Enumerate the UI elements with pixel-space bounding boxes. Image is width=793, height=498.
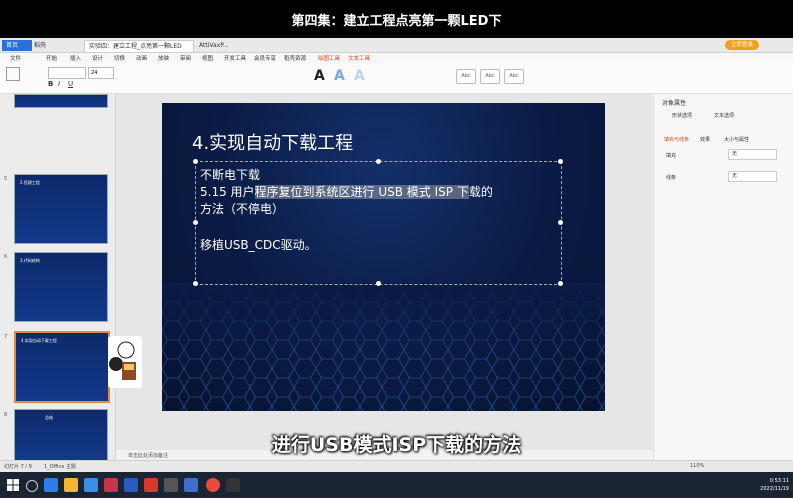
app-icon[interactable] bbox=[164, 478, 178, 492]
resize-handle[interactable] bbox=[558, 159, 563, 164]
menu-text-tools[interactable]: 文本工具 bbox=[348, 54, 370, 62]
resize-handle[interactable] bbox=[376, 281, 381, 286]
thumbnail-title: 2.搭建工程 bbox=[20, 180, 40, 185]
video-title: 第四集：建立工程点亮第一颗LED下 bbox=[0, 0, 793, 38]
resize-handle[interactable] bbox=[376, 159, 381, 164]
text-style-blue[interactable]: A bbox=[334, 68, 345, 84]
resize-handle[interactable] bbox=[558, 281, 563, 286]
menu-bar: 文件 开始 插入 设计 切换 动画 放映 审阅 视图 开发工具 会员专享 稻壳资… bbox=[0, 53, 793, 63]
app-icon[interactable] bbox=[124, 478, 138, 492]
slide-counter: 幻灯片 7 / 9 bbox=[4, 464, 32, 470]
app-icon[interactable] bbox=[104, 478, 118, 492]
chrome-icon[interactable] bbox=[206, 478, 220, 492]
menu-insert[interactable]: 插入 bbox=[70, 54, 81, 62]
thumbnail-title: 4.实现自动下载工程 bbox=[21, 338, 57, 343]
clock-date: 2022/11/19 bbox=[760, 486, 789, 492]
bold-button[interactable]: B bbox=[48, 80, 53, 88]
text-line-3: 方法（不停电） bbox=[200, 202, 285, 216]
property-panel: 对象属性 形状选项 文本选项 填充与线条 效果 大小与属性 填充 无 线条 无 bbox=[653, 94, 793, 460]
fill-select[interactable]: 无 bbox=[728, 149, 777, 160]
video-subtitle: 进行USB模式ISP下载的方法 bbox=[271, 434, 522, 456]
menu-animation[interactable]: 动画 bbox=[136, 54, 147, 62]
line-select[interactable]: 无 bbox=[728, 171, 777, 182]
thumbnail-slide-5[interactable]: 2.搭建工程 bbox=[14, 174, 108, 244]
text-line-4: 移植USB_CDC驱动。 bbox=[200, 238, 317, 252]
thumbnail-slide-4[interactable] bbox=[14, 94, 108, 108]
windows-taskbar: 0:53:11 2022/11/19 bbox=[0, 472, 793, 498]
thumbnail-slide-6[interactable]: 3.代码结构 bbox=[14, 252, 108, 322]
slide[interactable]: 4.实现自动下载工程 不断电下载 5.15 用户程序复位到系统区进行 USB 模… bbox=[162, 103, 605, 411]
text-box[interactable]: 不断电下载 5.15 用户程序复位到系统区进行 USB 模式 ISP 下载的 方… bbox=[193, 159, 563, 286]
tab-shape-options[interactable]: 形状选项 bbox=[672, 112, 692, 119]
menu-member[interactable]: 会员专享 bbox=[254, 54, 276, 62]
thumbnail-slide-7[interactable]: 4.实现自动下载工程 bbox=[14, 331, 110, 403]
menu-daoke-resources[interactable]: 稻壳资源 bbox=[284, 54, 306, 62]
menu-developer[interactable]: 开发工具 bbox=[224, 54, 246, 62]
login-button[interactable]: 立即登录 bbox=[725, 40, 759, 50]
zoom-level[interactable]: 110% bbox=[690, 463, 704, 469]
thumbnail-num: 5 bbox=[4, 176, 8, 182]
subtab-fill-line[interactable]: 填充与线条 bbox=[664, 136, 689, 143]
windows-start-icon[interactable] bbox=[6, 478, 20, 492]
paste-icon[interactable] bbox=[6, 67, 20, 81]
text-style-light[interactable]: A bbox=[354, 68, 365, 84]
font-name-select[interactable] bbox=[48, 67, 86, 79]
menu-transition[interactable]: 切换 bbox=[114, 54, 125, 62]
tab-home[interactable]: 首页 bbox=[2, 40, 32, 51]
theme-name: 1_Office 主题 bbox=[44, 464, 76, 470]
tab-other-doc[interactable]: AttiVaxP... bbox=[195, 40, 283, 51]
thumbnail-title: 3.代码结构 bbox=[20, 258, 40, 263]
text-line-1: 不断电下载 bbox=[200, 168, 261, 182]
thumbnail-num: 6 bbox=[4, 254, 8, 260]
subtab-effects[interactable]: 效果 bbox=[700, 136, 710, 143]
fill-label: 填充 bbox=[666, 153, 677, 159]
tab-active-doc[interactable]: 实验四：建立工程_点亮第一颗LED bbox=[84, 40, 194, 52]
thumbnail-num: 8 bbox=[4, 412, 8, 418]
panel-title: 对象属性 bbox=[662, 100, 687, 107]
clock-time: 0:53:11 bbox=[769, 478, 789, 484]
wps-icon[interactable] bbox=[144, 478, 158, 492]
resize-handle[interactable] bbox=[558, 220, 563, 225]
underline-button[interactable]: U bbox=[68, 80, 73, 88]
hexagon-pattern bbox=[162, 283, 605, 411]
slide-title[interactable]: 4.实现自动下载工程 bbox=[192, 129, 353, 155]
app-icon[interactable] bbox=[84, 478, 98, 492]
resize-handle[interactable] bbox=[193, 281, 198, 286]
app-icon[interactable] bbox=[226, 478, 240, 492]
ribbon: 24 B I U A A A Abc Abc Abc bbox=[0, 63, 793, 94]
folder-icon[interactable] bbox=[64, 478, 78, 492]
menu-view[interactable]: 视图 bbox=[202, 54, 213, 62]
thumbnail-title: 总结 bbox=[45, 415, 53, 420]
system-clock[interactable]: 0:53:11 2022/11/19 bbox=[760, 477, 789, 493]
thumbnail-num: 7 bbox=[4, 334, 8, 340]
selected-text: 程序复位到系统区进行 USB 模式 ISP 下 bbox=[254, 185, 469, 199]
resize-handle[interactable] bbox=[193, 220, 198, 225]
tab-text-options[interactable]: 文本选项 bbox=[714, 112, 734, 119]
text-fragment: 载的 bbox=[468, 185, 493, 199]
shape-style-2[interactable]: Abc bbox=[480, 69, 500, 84]
tab-bar: 首页 稻壳 实验四：建立工程_点亮第一颗LED AttiVaxP... 立即登录 bbox=[0, 38, 793, 53]
slide-thumbnail-panel: 5 2.搭建工程 6 3.代码结构 7 4.实现自动下载工程 8 总结 bbox=[0, 94, 116, 461]
tab-daoke[interactable]: 稻壳 bbox=[30, 40, 78, 51]
menu-home[interactable]: 开始 bbox=[46, 54, 57, 62]
app-icon[interactable] bbox=[184, 478, 198, 492]
edge-icon[interactable] bbox=[44, 478, 58, 492]
subtab-size[interactable]: 大小与属性 bbox=[724, 136, 749, 143]
menu-slideshow[interactable]: 放映 bbox=[158, 54, 169, 62]
text-style-black[interactable]: A bbox=[314, 68, 325, 84]
shape-style-1[interactable]: Abc bbox=[456, 69, 476, 84]
font-size-select[interactable]: 24 bbox=[88, 67, 114, 79]
search-icon[interactable] bbox=[26, 480, 38, 492]
text-line-2: 5.15 用户程序复位到系统区进行 USB 模式 ISP 下载的 bbox=[200, 183, 493, 200]
menu-drawing-tools[interactable]: 绘图工具 bbox=[318, 54, 340, 62]
menu-review[interactable]: 审阅 bbox=[180, 54, 191, 62]
mascot-icon bbox=[108, 336, 142, 388]
italic-button[interactable]: I bbox=[58, 80, 60, 88]
text-fragment: 5.15 用户 bbox=[200, 185, 255, 199]
menu-file[interactable]: 文件 bbox=[10, 54, 21, 62]
line-label: 线条 bbox=[666, 175, 677, 181]
menu-design[interactable]: 设计 bbox=[92, 54, 103, 62]
resize-handle[interactable] bbox=[193, 159, 198, 164]
shape-style-3[interactable]: Abc bbox=[504, 69, 524, 84]
